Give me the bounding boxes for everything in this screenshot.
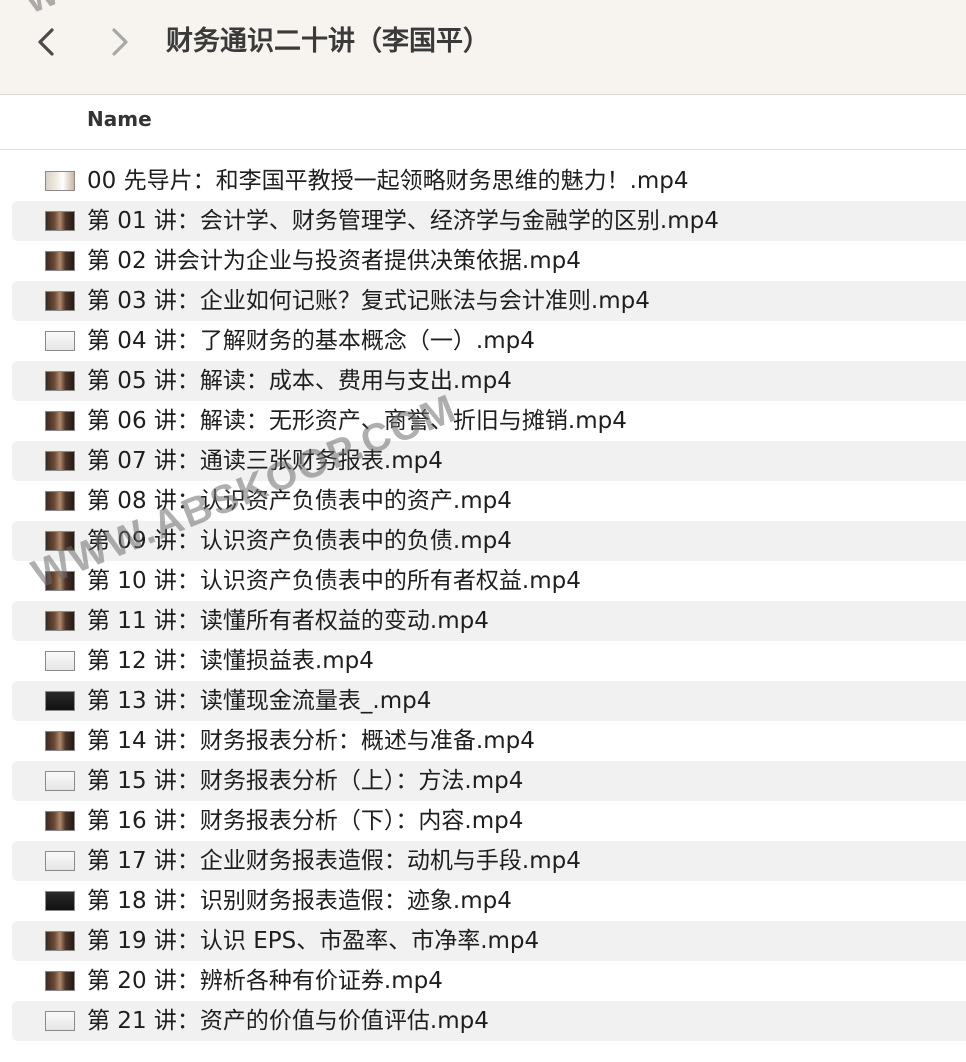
video-file-icon (45, 691, 75, 711)
file-name: 00 先导片：和李国平教授一起领略财务思维的魅力！.mp4 (87, 168, 689, 194)
file-list: 00 先导片：和李国平教授一起领略财务思维的魅力！.mp4 第 01 讲：会计学、… (0, 161, 966, 1041)
file-name: 第 21 讲：资产的价值与价值评估.mp4 (87, 1008, 489, 1034)
file-row[interactable]: 第 14 讲：财务报表分析：概述与准备.mp4 (12, 721, 966, 761)
file-name: 第 15 讲：财务报表分析（上）：方法.mp4 (87, 768, 524, 794)
video-file-icon (45, 891, 75, 911)
file-row[interactable]: 第 07 讲：通读三张财务报表.mp4 (12, 441, 966, 481)
forward-button[interactable] (102, 22, 138, 62)
file-row[interactable]: 第 02 讲会计为企业与投资者提供决策依据.mp4 (12, 241, 966, 281)
file-name: 第 20 讲：辨析各种有价证券.mp4 (87, 968, 443, 994)
file-name: 第 19 讲：认识 EPS、市盈率、市净率.mp4 (87, 928, 540, 954)
chevron-right-icon (112, 28, 128, 56)
video-file-icon (45, 1011, 75, 1031)
file-name: 第 13 讲：读懂现金流量表_.mp4 (87, 688, 432, 714)
file-name: 第 06 讲：解读：无形资产、商誉、折旧与摊销.mp4 (87, 408, 627, 434)
file-row[interactable]: 第 17 讲：企业财务报表造假：动机与手段.mp4 (12, 841, 966, 881)
file-name: 第 11 讲：读懂所有者权益的变动.mp4 (87, 608, 489, 634)
video-file-icon (45, 451, 75, 471)
video-file-icon (45, 611, 75, 631)
file-row[interactable]: 第 06 讲：解读：无形资产、商誉、折旧与摊销.mp4 (12, 401, 966, 441)
file-row[interactable]: 第 10 讲：认识资产负债表中的所有者权益.mp4 (12, 561, 966, 601)
file-row[interactable]: 第 11 讲：读懂所有者权益的变动.mp4 (12, 601, 966, 641)
column-header-name[interactable]: Name (87, 107, 152, 131)
file-row[interactable]: 第 19 讲：认识 EPS、市盈率、市净率.mp4 (12, 921, 966, 961)
file-row[interactable]: 第 20 讲：辨析各种有价证券.mp4 (12, 961, 966, 1001)
file-row[interactable]: 第 03 讲：企业如何记账？复式记账法与会计准则.mp4 (12, 281, 966, 321)
column-header: Name (0, 95, 966, 150)
video-file-icon (45, 251, 75, 271)
file-row[interactable]: 第 15 讲：财务报表分析（上）：方法.mp4 (12, 761, 966, 801)
file-row[interactable]: 第 21 讲：资产的价值与价值评估.mp4 (12, 1001, 966, 1041)
video-file-icon (45, 331, 75, 351)
video-file-icon (45, 291, 75, 311)
back-button[interactable] (30, 22, 66, 62)
file-name: 第 14 讲：财务报表分析：概述与准备.mp4 (87, 728, 535, 754)
toolbar: 财务通识二十讲（李国平） (0, 0, 966, 95)
file-row[interactable]: 第 13 讲：读懂现金流量表_.mp4 (12, 681, 966, 721)
video-file-icon (45, 771, 75, 791)
file-row[interactable]: 第 18 讲：识别财务报表造假：迹象.mp4 (12, 881, 966, 921)
file-row[interactable]: 第 05 讲：解读：成本、费用与支出.mp4 (12, 361, 966, 401)
file-row[interactable]: 第 08 讲：认识资产负债表中的资产.mp4 (12, 481, 966, 521)
video-file-icon (45, 171, 75, 191)
file-row[interactable]: 第 16 讲：财务报表分析（下）：内容.mp4 (12, 801, 966, 841)
chevron-left-icon (38, 28, 54, 56)
video-file-icon (45, 651, 75, 671)
file-name: 第 08 讲：认识资产负债表中的资产.mp4 (87, 488, 512, 514)
file-name: 第 03 讲：企业如何记账？复式记账法与会计准则.mp4 (87, 288, 650, 314)
file-row[interactable]: 第 09 讲：认识资产负债表中的负债.mp4 (12, 521, 966, 561)
video-file-icon (45, 731, 75, 751)
video-file-icon (45, 971, 75, 991)
video-file-icon (45, 571, 75, 591)
video-file-icon (45, 491, 75, 511)
video-file-icon (45, 371, 75, 391)
video-file-icon (45, 811, 75, 831)
file-name: 第 12 讲：读懂损益表.mp4 (87, 648, 374, 674)
file-name: 第 17 讲：企业财务报表造假：动机与手段.mp4 (87, 848, 581, 874)
video-file-icon (45, 931, 75, 951)
file-row[interactable]: 第 01 讲：会计学、财务管理学、经济学与金融学的区别.mp4 (12, 201, 966, 241)
file-name: 第 01 讲：会计学、财务管理学、经济学与金融学的区别.mp4 (87, 208, 719, 234)
file-row[interactable]: 00 先导片：和李国平教授一起领略财务思维的魅力！.mp4 (12, 161, 966, 201)
video-file-icon (45, 211, 75, 231)
file-name: 第 05 讲：解读：成本、费用与支出.mp4 (87, 368, 512, 394)
video-file-icon (45, 411, 75, 431)
file-row[interactable]: 第 12 讲：读懂损益表.mp4 (12, 641, 966, 681)
file-name: 第 07 讲：通读三张财务报表.mp4 (87, 448, 443, 474)
file-name: 第 09 讲：认识资产负债表中的负债.mp4 (87, 528, 512, 554)
file-name: 第 04 讲：了解财务的基本概念（一）.mp4 (87, 328, 535, 354)
video-file-icon (45, 851, 75, 871)
finder-window: 财务通识二十讲（李国平） Name 00 先导片：和李国平教授一起领略财务思维的… (0, 0, 966, 1062)
file-name: 第 16 讲：财务报表分析（下）：内容.mp4 (87, 808, 524, 834)
file-row[interactable]: 第 04 讲：了解财务的基本概念（一）.mp4 (12, 321, 966, 361)
video-file-icon (45, 531, 75, 551)
window-title: 财务通识二十讲（李国平） (166, 26, 490, 57)
file-name: 第 02 讲会计为企业与投资者提供决策依据.mp4 (87, 248, 581, 274)
file-name: 第 18 讲：识别财务报表造假：迹象.mp4 (87, 888, 512, 914)
file-name: 第 10 讲：认识资产负债表中的所有者权益.mp4 (87, 568, 581, 594)
